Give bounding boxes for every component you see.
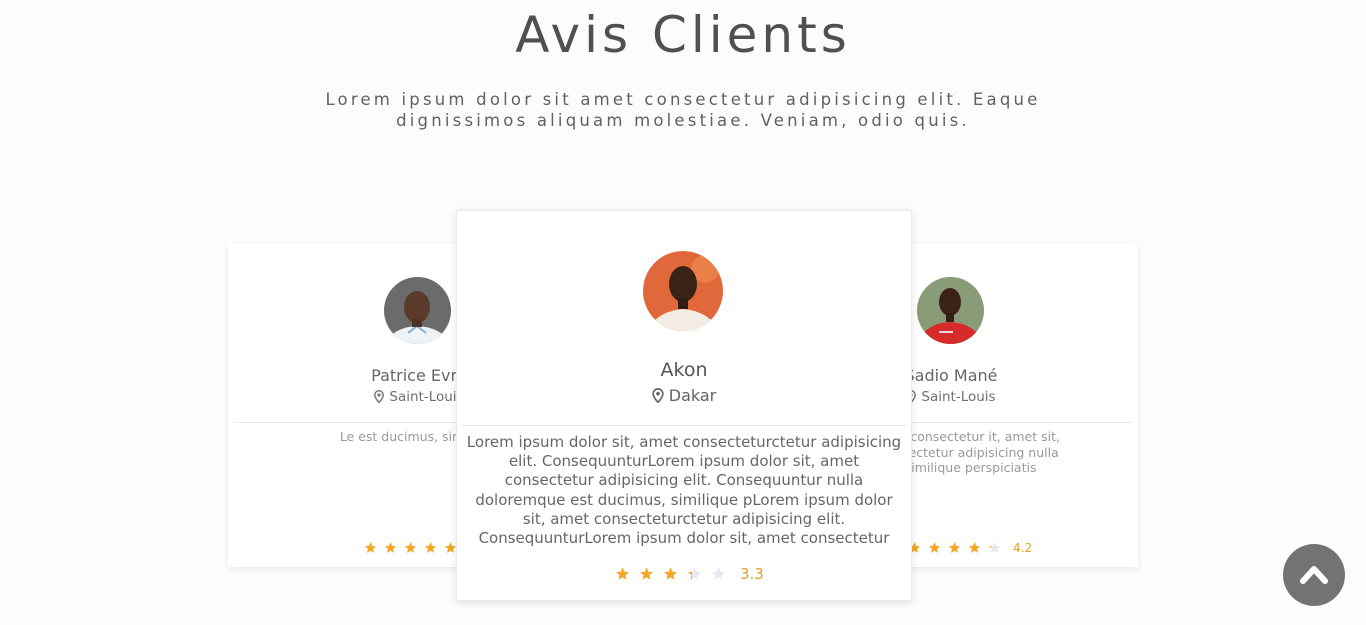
star-empty-icon: [711, 567, 726, 580]
testimonial-location: Dakar: [457, 386, 911, 407]
stars: [364, 537, 464, 556]
star-filled-icon: [384, 542, 397, 553]
star-filled-icon: [364, 542, 377, 553]
star-half-icon: [988, 542, 1001, 553]
avatar-sadio-mane: [917, 277, 984, 344]
location-label: Dakar: [668, 386, 717, 405]
map-pin-icon: [374, 390, 385, 407]
back-to-top-button[interactable]: [1283, 544, 1345, 606]
star-filled-icon: [615, 567, 630, 580]
star-filled-icon: [663, 567, 678, 580]
star-filled-icon: [639, 567, 654, 580]
section-title: Avis Clients: [515, 6, 851, 64]
star-rating: 3.3: [615, 563, 764, 583]
testimonial-review: Lorem ipsum dolor sit, amet consecteturc…: [466, 433, 902, 548]
star-filled-icon: [968, 542, 981, 553]
testimonial-name: Akon: [660, 359, 708, 381]
map-pin-icon: [652, 388, 664, 407]
location-label: Saint-Louis: [921, 389, 996, 405]
star-filled-icon: [948, 542, 961, 553]
rating-value: 3.3: [740, 564, 764, 583]
stars: [615, 563, 735, 582]
section-subtitle: Lorem ipsum dolor sit amet consectetur a…: [325, 90, 1041, 130]
chevron-up-icon: [1300, 566, 1328, 584]
star-rating: 4.2: [908, 537, 1032, 556]
testimonial-card-akon[interactable]: Akon Dakar Lorem ipsum dolor sit, amet c…: [456, 210, 912, 601]
card-divider: [462, 425, 906, 426]
avatar-akon: [643, 251, 723, 331]
testimonials-page: Avis Clients Lorem ipsum dolor sit amet …: [0, 0, 1366, 625]
star-filled-icon: [404, 542, 417, 553]
star-rating: [364, 537, 464, 556]
star-filled-icon: [928, 542, 941, 553]
rating-value: 4.2: [1013, 540, 1033, 555]
stars: [908, 537, 1008, 556]
star-half-icon: [687, 567, 702, 580]
location-label: Saint-Louis: [389, 389, 464, 405]
avatar-patrice-evra: [384, 277, 451, 344]
star-filled-icon: [424, 542, 437, 553]
